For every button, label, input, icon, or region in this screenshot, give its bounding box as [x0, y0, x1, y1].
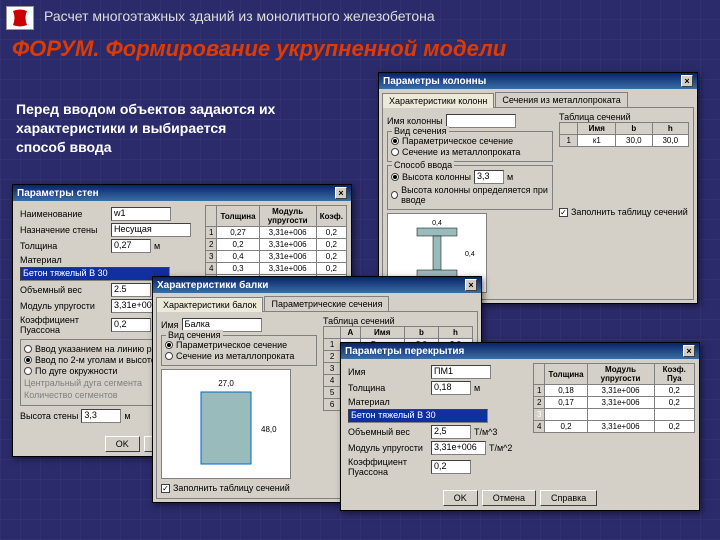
- label-name: Имя: [161, 320, 179, 330]
- slab-table[interactable]: ТолщинаМодуль упругостиКоэф. Пуа 10,183,…: [533, 363, 695, 433]
- input-poisson[interactable]: 0,2: [111, 318, 151, 332]
- top-title: Расчет многоэтажных зданий из монолитног…: [44, 8, 435, 24]
- input-volweight[interactable]: 2,5: [431, 425, 471, 439]
- close-icon[interactable]: ×: [465, 279, 477, 291]
- tab-beam-param[interactable]: Параметрические сечения: [264, 296, 389, 311]
- label-name: Имя колонны: [387, 116, 443, 126]
- ok-button[interactable]: OK: [105, 436, 140, 452]
- label-volweight: Объемный вес: [20, 285, 108, 295]
- chk-fill-table[interactable]: ✓Заполнить таблицу сечений: [161, 483, 317, 493]
- label-modulus: Модуль упругости: [348, 443, 428, 453]
- radio-parametric[interactable]: Параметрическое сечение: [391, 136, 549, 146]
- input-thickness[interactable]: 0,27: [111, 239, 151, 253]
- dialog-title: Параметры перекрытия: [345, 346, 464, 357]
- close-icon[interactable]: ×: [683, 345, 695, 357]
- table-title: Таблица сечений: [323, 316, 473, 326]
- group-section-title: Вид сечения: [392, 126, 449, 136]
- chk-fill-table[interactable]: ✓Заполнить таблицу сечений: [559, 207, 689, 217]
- cancel-button[interactable]: Отмена: [482, 490, 536, 506]
- tab-beam-char[interactable]: Характеристики балок: [156, 297, 263, 312]
- group-input-title: Способ ввода: [392, 160, 454, 170]
- tab-steel-sections[interactable]: Сечения из металлопроката: [495, 92, 627, 107]
- input-slab-name[interactable]: ПМ1: [431, 365, 491, 379]
- svg-text:0,4: 0,4: [465, 251, 475, 258]
- group-section-title: Вид сечения: [166, 330, 223, 340]
- input-column-name[interactable]: [446, 114, 516, 128]
- label-thickness: Толщина: [348, 383, 428, 393]
- label-modulus: Модуль упругости: [20, 301, 108, 311]
- select-material[interactable]: Бетон тяжелый B 30: [348, 409, 488, 423]
- dialog-title: Характеристики балки: [157, 280, 268, 291]
- label-poisson: Коэффициент Пуассона: [20, 315, 108, 335]
- titlebar[interactable]: Характеристики балки ×: [153, 277, 481, 293]
- label-name: Имя: [348, 367, 428, 377]
- dialog-slab-params: Параметры перекрытия × ИмяПМ1 Толщина0,1…: [340, 342, 700, 511]
- input-volweight[interactable]: 2.5: [111, 283, 151, 297]
- label-name: Наименование: [20, 209, 108, 219]
- input-poisson[interactable]: 0,2: [431, 460, 471, 474]
- radio-steel[interactable]: Сечение из металлопроката: [391, 147, 549, 157]
- radio-steel[interactable]: Сечение из металлопроката: [165, 351, 313, 361]
- select-material[interactable]: Бетон тяжелый B 30: [20, 267, 170, 281]
- input-name[interactable]: w1: [111, 207, 171, 221]
- tab-characteristics[interactable]: Характеристики колонн: [382, 93, 494, 108]
- label-thickness: Толщина: [20, 241, 108, 251]
- ok-button[interactable]: OK: [443, 490, 478, 506]
- close-icon[interactable]: ×: [681, 75, 693, 87]
- label-poisson: Коэффициент Пуассона: [348, 457, 428, 477]
- section-preview: 27,0 48,0: [161, 369, 291, 479]
- radio-height[interactable]: Высота колонны 3,3 м: [391, 170, 549, 184]
- radio-auto-height[interactable]: Высота колонны определяется при вводе: [391, 185, 549, 205]
- dialog-title: Параметры колонны: [383, 76, 486, 87]
- input-modulus[interactable]: 3,31e+006: [431, 441, 486, 455]
- label-material: Материал: [348, 397, 428, 407]
- select-purpose[interactable]: Несущая: [111, 223, 191, 237]
- titlebar[interactable]: Параметры стен ×: [13, 185, 351, 201]
- label-material: Материал: [20, 255, 108, 265]
- titlebar[interactable]: Параметры колонны ×: [379, 73, 697, 89]
- section-table[interactable]: Имяbh 1к130,030,0: [559, 122, 689, 147]
- radio-parametric[interactable]: Параметрическое сечение: [165, 340, 313, 350]
- input-thickness[interactable]: 0,18: [431, 381, 471, 395]
- svg-text:0,4: 0,4: [432, 220, 442, 227]
- help-button[interactable]: Справка: [540, 490, 597, 506]
- titlebar[interactable]: Параметры перекрытия ×: [341, 343, 699, 359]
- dialog-title: Параметры стен: [17, 188, 99, 199]
- input-wall-height[interactable]: 3,3: [81, 409, 121, 423]
- intro-text: Перед вводом объектов задаются их характ…: [16, 100, 276, 157]
- close-icon[interactable]: ×: [335, 187, 347, 199]
- main-title: ФОРУМ. Формирование укрупненной модели: [12, 36, 506, 62]
- table-title: Таблица сечений: [559, 112, 689, 122]
- input-height[interactable]: 3,3: [474, 170, 504, 184]
- label-purpose: Назначение стены: [20, 225, 108, 235]
- label-wall-height: Высота стены: [20, 411, 78, 421]
- svg-text:27,0: 27,0: [218, 379, 234, 388]
- app-logo: [6, 6, 34, 30]
- label-volweight: Объемный вес: [348, 427, 428, 437]
- dialog-column-params: Параметры колонны × Характеристики колон…: [378, 72, 698, 304]
- svg-text:48,0: 48,0: [261, 425, 277, 434]
